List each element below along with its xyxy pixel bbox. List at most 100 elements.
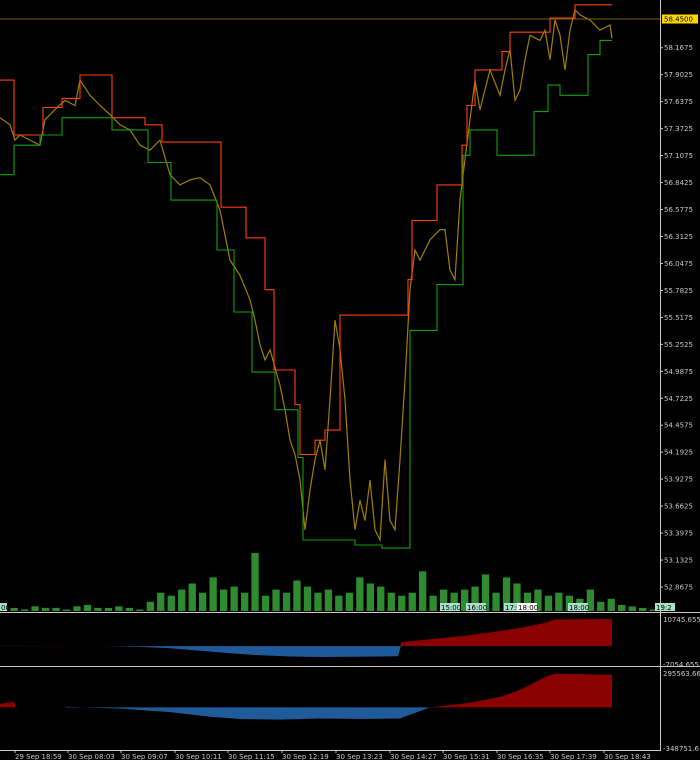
- x-tick-label: 29 Sep 18:59: [15, 753, 62, 760]
- indicator2-area-segment: [555, 673, 612, 708]
- upper-channel-line: [0, 4, 612, 456]
- volume-bar: [115, 606, 123, 611]
- indicator2-scale-label: -348751.6: [663, 745, 699, 753]
- y-tick-label: 54.1925: [664, 449, 693, 457]
- volume-bar: [10, 607, 18, 611]
- x-tick-label: 30 Sep 12:19: [282, 753, 329, 760]
- indicator2-area-segment: [520, 677, 545, 708]
- indicator2-area-segment: [320, 707, 360, 719]
- indicator1-scale-label: -7054.655: [663, 661, 699, 669]
- indicator1-area-segment: [200, 646, 230, 654]
- indicator1-area-segment: [260, 646, 290, 657]
- x-tick-label: 30 Sep 10:11: [175, 753, 222, 760]
- volume-bar: [324, 589, 333, 611]
- volume-bar: [125, 607, 133, 611]
- volume-bar: [282, 592, 291, 611]
- indicator2-area-segment: [360, 707, 400, 719]
- y-tick-label: 53.6625: [664, 503, 693, 511]
- indicator1-area-segment: [320, 646, 350, 657]
- y-tick-label: 54.9875: [664, 368, 693, 376]
- volume-bar: [241, 592, 249, 611]
- volume-bar: [167, 595, 175, 611]
- y-tick-label: 56.8425: [664, 179, 693, 187]
- time-marker-label: 19:2: [656, 604, 672, 612]
- volume-bar: [136, 609, 144, 611]
- indicator2-area-segment: [64, 706, 66, 708]
- indicator2-scale-label: 295563.66: [663, 670, 700, 678]
- volume-bar: [178, 589, 186, 611]
- lower-channel-line: [0, 39, 612, 549]
- indicator1-area-segment: [140, 646, 170, 649]
- volume-bar: [314, 592, 322, 611]
- volume-bar: [220, 589, 228, 611]
- x-tick-label: 30 Sep 08:03: [68, 753, 115, 760]
- indicator2-area-segment: [170, 707, 210, 717]
- volume-bar: [618, 604, 626, 611]
- volume-bar: [230, 586, 238, 611]
- indicator2-area-segment: [430, 702, 470, 708]
- indicator2-area-segment: [470, 696, 500, 708]
- volume-bar: [52, 607, 60, 611]
- indicator1-area-segment: [460, 632, 490, 647]
- y-tick-label: 53.9275: [664, 476, 693, 484]
- volume-bar: [94, 607, 102, 611]
- indicator1-area-segment: [290, 646, 320, 657]
- indicator2-area-segment: [210, 707, 240, 719]
- indicator1-area-segment: [230, 646, 260, 656]
- volume-bar: [251, 553, 259, 611]
- volume-bar: [31, 606, 39, 611]
- volume-bar: [62, 609, 71, 611]
- volume-bar: [607, 598, 615, 611]
- volume-bar: [73, 606, 81, 611]
- x-tick-label: 30 Sep 15:31: [443, 753, 490, 760]
- volume-bar: [377, 586, 385, 611]
- volume-bar: [199, 592, 207, 611]
- indicator2-area-segment: [280, 707, 320, 720]
- volume-bar: [387, 592, 395, 611]
- y-tick-label: 53.3975: [664, 530, 693, 538]
- x-tick-label: 30 Sep 16:35: [497, 753, 544, 760]
- indicator2-area-segment: [66, 706, 120, 709]
- indicator2-area-segment: [240, 707, 280, 720]
- trading-chart[interactable]: 00 15:00 16:00 17:0018:00 18:00 19:2 10745.65…: [0, 0, 700, 760]
- y-tick-label: 58.1675: [664, 44, 693, 52]
- indicator1-area-segment: [398, 642, 402, 657]
- volume-bar: [293, 580, 301, 611]
- volume-bar: [544, 595, 553, 611]
- volume-bar: [261, 595, 270, 611]
- indicator1-area-segment: [520, 622, 545, 647]
- indicator2-area-segment: [400, 707, 430, 719]
- y-tick-label: 53.1325: [664, 557, 693, 565]
- volume-histogram: 00 15:00 16:00 17:0018:00 18:00 19:2: [0, 553, 675, 612]
- indicator-panel-2[interactable]: 295563.66 -348751.6: [0, 670, 700, 753]
- x-tick-label: 30 Sep 17:39: [550, 753, 597, 760]
- y-tick-label: 57.1075: [664, 152, 693, 160]
- y-tick-label: 57.3725: [664, 125, 693, 133]
- volume-bar: [21, 609, 29, 611]
- volume-bar: [366, 583, 374, 611]
- volume-bar: [303, 586, 312, 611]
- y-tick-label: 57.6375: [664, 98, 693, 106]
- y-tick-label: 55.7825: [664, 287, 693, 295]
- volume-bar: [104, 607, 113, 611]
- volume-bar: [83, 604, 92, 611]
- volume-bar: [419, 571, 427, 611]
- x-tick-label: 30 Sep 14:27: [390, 753, 437, 760]
- x-tick-label: 30 Sep 18:43: [604, 753, 651, 760]
- indicator2-area-segment: [14, 701, 16, 708]
- volume-bar: [188, 583, 196, 611]
- time-marker-label: 00: [1, 604, 10, 612]
- indicator1-area-segment: [402, 639, 430, 647]
- volume-bar: [639, 607, 647, 611]
- indicator1-area-segment: [430, 636, 460, 647]
- current-price-label: 58.4500: [664, 16, 693, 24]
- indicator2-area-segment: [545, 673, 555, 708]
- indicator1-area-segment: [380, 646, 398, 657]
- time-marker-label: 18:00: [518, 604, 538, 612]
- indicator-panel-1[interactable]: 10745.655 -7054.655: [0, 616, 700, 669]
- time-marker-label: 18:00: [569, 604, 589, 612]
- indicator1-area-segment: [350, 646, 380, 657]
- indicator2-area-segment: [0, 701, 14, 708]
- y-tick-label: 55.5175: [664, 314, 693, 322]
- volume-bar: [335, 595, 343, 611]
